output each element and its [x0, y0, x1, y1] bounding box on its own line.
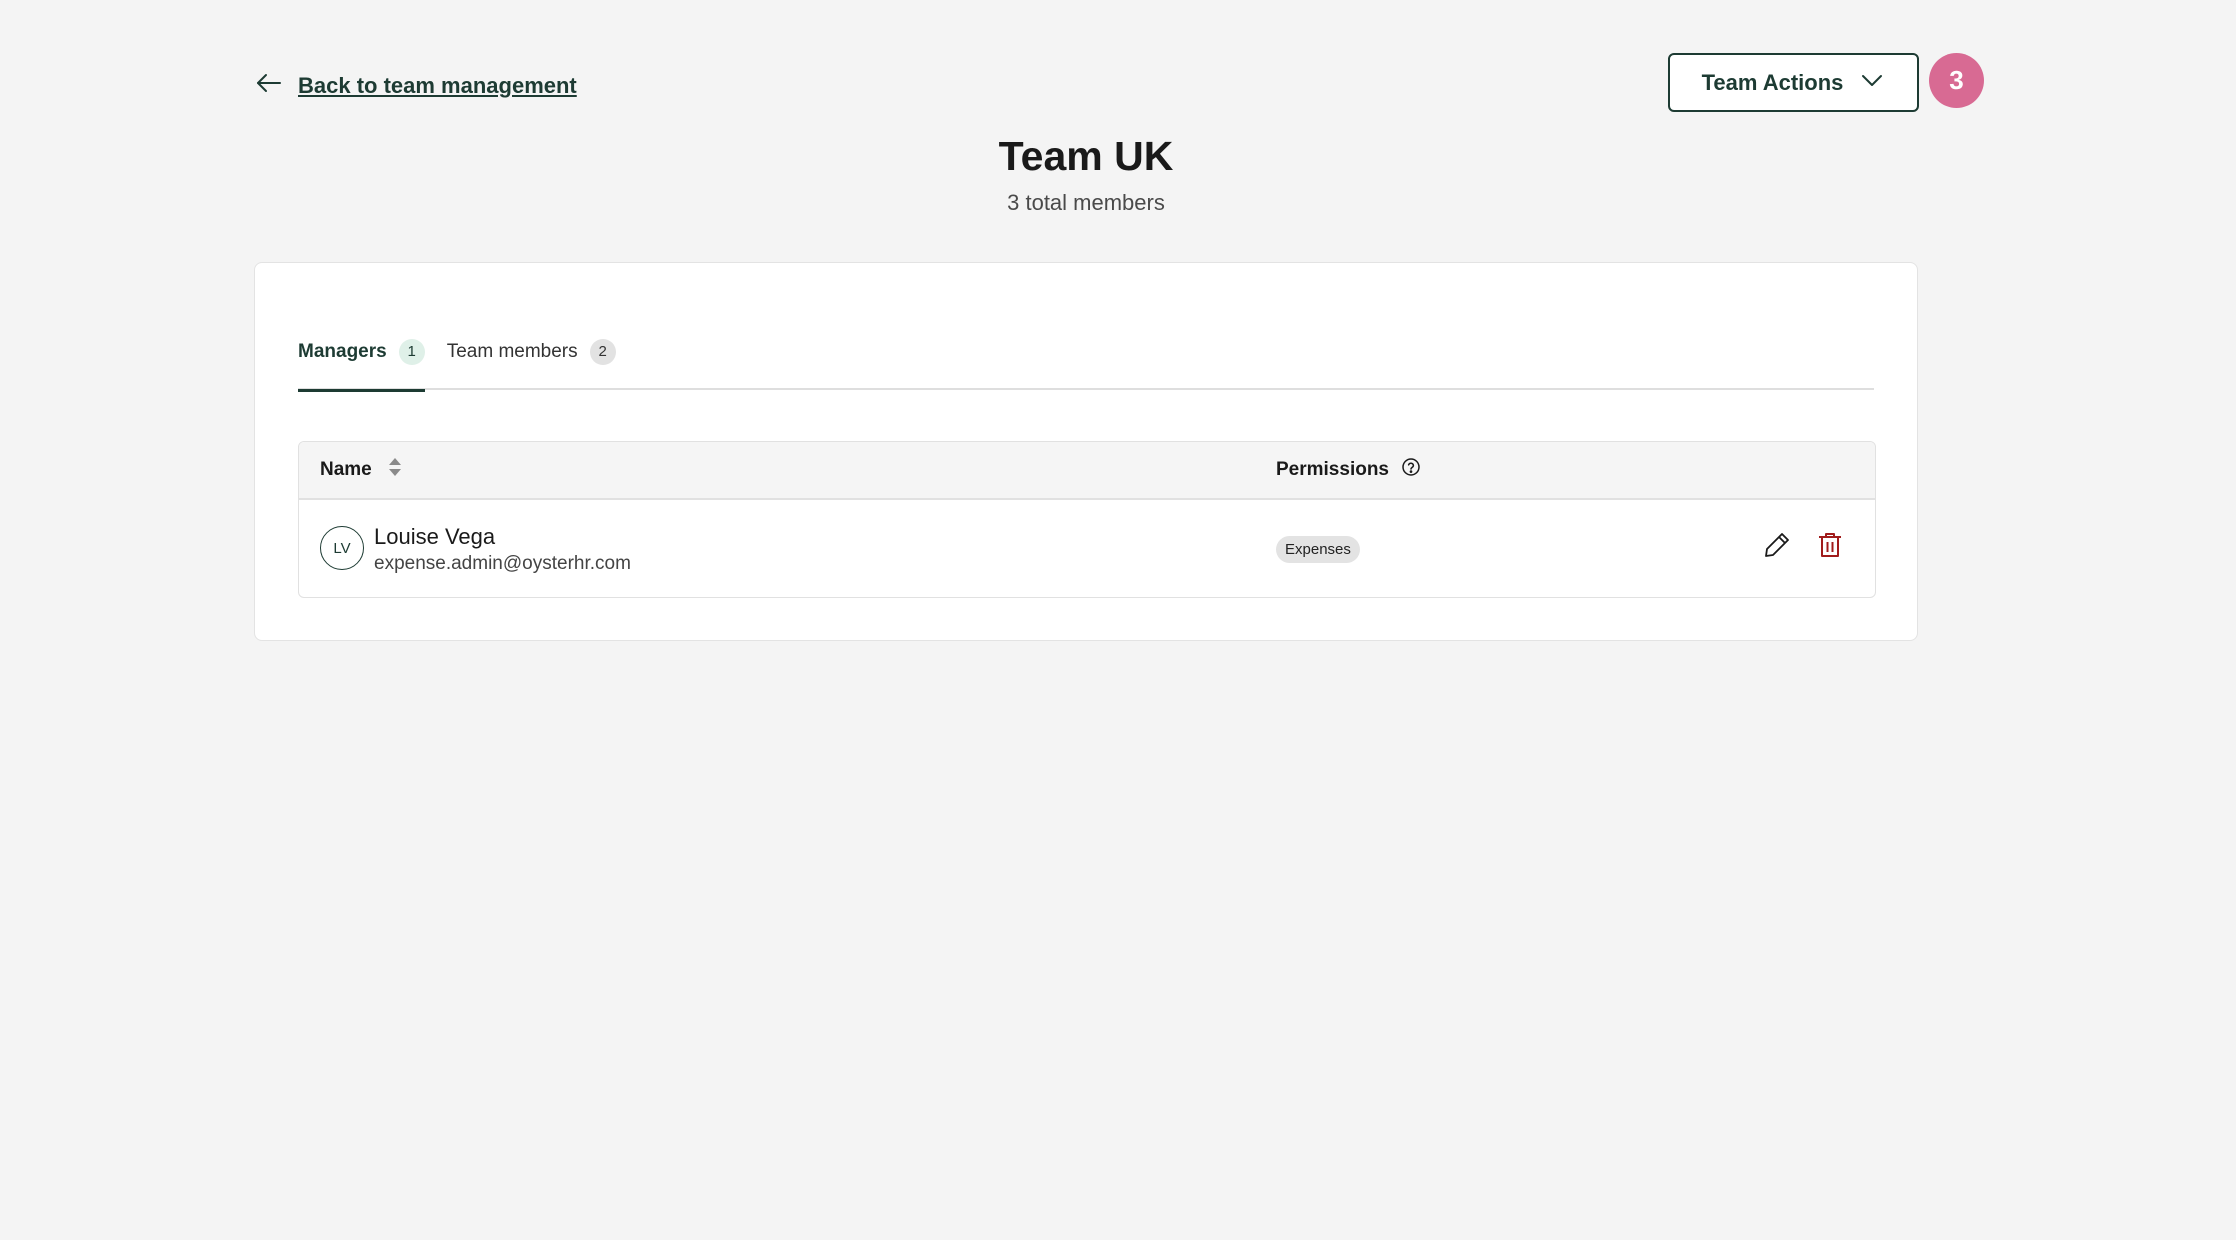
- tab-count-badge: 1: [398, 338, 425, 365]
- tab-managers[interactable]: Managers 1: [298, 325, 425, 392]
- step-badge: 3: [1929, 53, 1984, 108]
- help-icon[interactable]: [1401, 457, 1421, 483]
- permissions-column-header: Permissions: [1276, 442, 1421, 498]
- tab-bar: Managers 1 Team members 2: [298, 325, 1874, 392]
- team-actions-dropdown[interactable]: Team Actions: [1668, 53, 1919, 112]
- tab-count-badge: 2: [589, 338, 616, 365]
- table-row: LV Louise Vega expense.admin@oysterhr.co…: [299, 500, 1875, 597]
- table-header: Name Permissions: [299, 442, 1875, 500]
- pencil-icon: [1762, 530, 1792, 565]
- edit-button[interactable]: [1760, 530, 1794, 564]
- member-name: Louise Vega: [374, 524, 496, 549]
- team-detail-page: Back to team management Team Actions 3 T…: [0, 0, 2236, 1240]
- permission-badge: Expenses: [1276, 536, 1360, 563]
- tab-team-members[interactable]: Team members 2: [447, 325, 616, 390]
- team-actions-label: Team Actions: [1701, 69, 1844, 95]
- trash-icon: [1815, 530, 1845, 565]
- back-link-label: Back to team management: [298, 73, 577, 98]
- arrow-left-icon: [254, 68, 284, 104]
- page-title: Team UK: [998, 133, 1174, 179]
- column-label: Name: [320, 459, 372, 480]
- sort-icon: [386, 455, 404, 485]
- chevron-down-icon: [1859, 67, 1885, 99]
- avatar: LV: [320, 526, 364, 570]
- back-to-team-management-link[interactable]: Back to team management: [254, 68, 577, 104]
- member-email: expense.admin@oysterhr.com: [374, 553, 631, 574]
- delete-button[interactable]: [1813, 530, 1847, 564]
- team-card: Managers 1 Team members 2 Name Permissio…: [254, 262, 1918, 641]
- column-label: Permissions: [1276, 459, 1389, 480]
- managers-table: Name Permissions LV Louise Vega expense.…: [298, 441, 1876, 598]
- tab-label: Team members: [446, 340, 578, 362]
- member-count: 3 total members: [1007, 190, 1165, 215]
- tab-label: Managers: [298, 340, 387, 362]
- name-column-header[interactable]: Name: [320, 442, 404, 498]
